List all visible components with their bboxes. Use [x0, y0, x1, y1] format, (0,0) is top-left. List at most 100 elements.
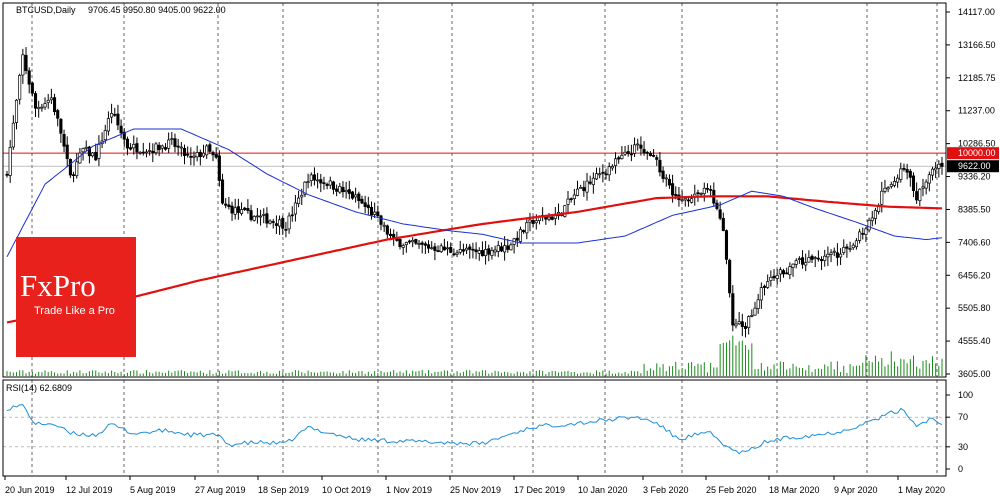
candle-body [607, 166, 611, 176]
candle-body [493, 249, 497, 253]
candle-body [119, 125, 123, 134]
candle-body [569, 198, 573, 201]
candle-body [826, 253, 830, 258]
candle-body [892, 181, 897, 186]
candle-body [33, 93, 38, 109]
date-tick-label: 12 Jul 2019 [66, 485, 113, 495]
date-tick-label: 1 Nov 2019 [386, 485, 432, 495]
candle-body [858, 231, 862, 241]
candle-body [794, 260, 798, 265]
candle-body [610, 165, 614, 169]
candle-body [835, 252, 839, 258]
date-tick-label: 1 May 2020 [898, 485, 945, 495]
price-tick-label: 13166.50 [958, 40, 996, 50]
candle-body [442, 246, 446, 251]
candle-body [173, 138, 177, 147]
candle-body [319, 179, 323, 184]
candle-body [297, 197, 301, 204]
candle-body [927, 174, 931, 184]
price-tick-label: 6456.20 [958, 270, 991, 280]
candle-body [588, 181, 592, 184]
candle-body [734, 323, 738, 327]
candle-body [934, 167, 938, 171]
candle-body [46, 100, 50, 103]
candle-body [62, 134, 66, 147]
candle-body [908, 170, 912, 178]
candle-body [870, 217, 874, 221]
candle-body [433, 246, 437, 251]
candle-body [21, 54, 25, 76]
candle-body [110, 113, 114, 118]
candle-body [350, 191, 355, 199]
candle-body [103, 130, 107, 141]
candle-body [167, 139, 171, 149]
candle-body [154, 143, 158, 153]
rsi-tick-label: 70 [958, 412, 968, 422]
candle-body [461, 249, 465, 252]
candle-body [480, 250, 484, 257]
candle-body [896, 177, 900, 183]
candle-body [899, 168, 903, 180]
candle-body [113, 114, 117, 116]
candle-body [572, 194, 576, 200]
candle-body [14, 99, 19, 123]
candle-body [496, 245, 500, 252]
candle-body [211, 152, 215, 156]
candle-body [759, 287, 763, 301]
candle-body [281, 217, 285, 229]
candle-body [290, 214, 294, 217]
candle-body [864, 228, 868, 236]
candle-body [468, 246, 472, 250]
candle-body [27, 70, 31, 85]
candle-body [449, 246, 453, 253]
candle-body [360, 198, 364, 204]
date-tick-label: 27 Aug 2019 [195, 485, 246, 495]
candle-body [667, 178, 671, 186]
candle-body [671, 183, 675, 196]
candle-body [106, 118, 110, 132]
candle-body [810, 255, 814, 260]
candle-body [766, 281, 770, 288]
candle-body [37, 107, 41, 110]
candle-body [43, 103, 47, 108]
candle-body [293, 202, 297, 215]
candle-body [132, 143, 136, 149]
candle-body [243, 207, 247, 210]
candle-body [357, 193, 361, 201]
candle-body [446, 247, 450, 250]
candle-body [192, 155, 196, 158]
candle-body [81, 148, 85, 153]
candle-body [179, 146, 183, 149]
candle-body [335, 188, 339, 192]
candle-body [417, 242, 421, 245]
candle-body [116, 113, 120, 126]
candle-body [278, 219, 282, 227]
candle-body [182, 148, 187, 156]
candle-body [769, 276, 773, 281]
candle-body [664, 177, 668, 180]
candle-body [721, 217, 725, 231]
candle-body [170, 138, 174, 141]
candle-body [163, 147, 168, 150]
candle-body [781, 270, 786, 275]
candle-body [930, 168, 935, 176]
candle-body [205, 145, 209, 156]
rsi-tick-label: 0 [958, 464, 963, 474]
price-chart[interactable]: 14117.00 13166.50 12185.75 11237.00 10286.50… [0, 0, 1000, 500]
date-tick-label: 25 Feb 2020 [706, 485, 757, 495]
candle-body [309, 174, 313, 181]
price-tick-label: 10286.50 [958, 139, 996, 149]
candle-body [135, 143, 139, 153]
candle-body [220, 179, 225, 204]
candle-body [753, 307, 757, 316]
candle-body [702, 187, 706, 195]
candle-body [160, 145, 164, 149]
candle-body [785, 272, 789, 275]
candle-body [398, 239, 402, 247]
candle-body [439, 245, 443, 253]
candle-body [845, 246, 849, 249]
candle-body [797, 258, 801, 260]
candle-body [236, 206, 240, 213]
candle-body [455, 252, 459, 255]
candle-body [699, 192, 703, 195]
